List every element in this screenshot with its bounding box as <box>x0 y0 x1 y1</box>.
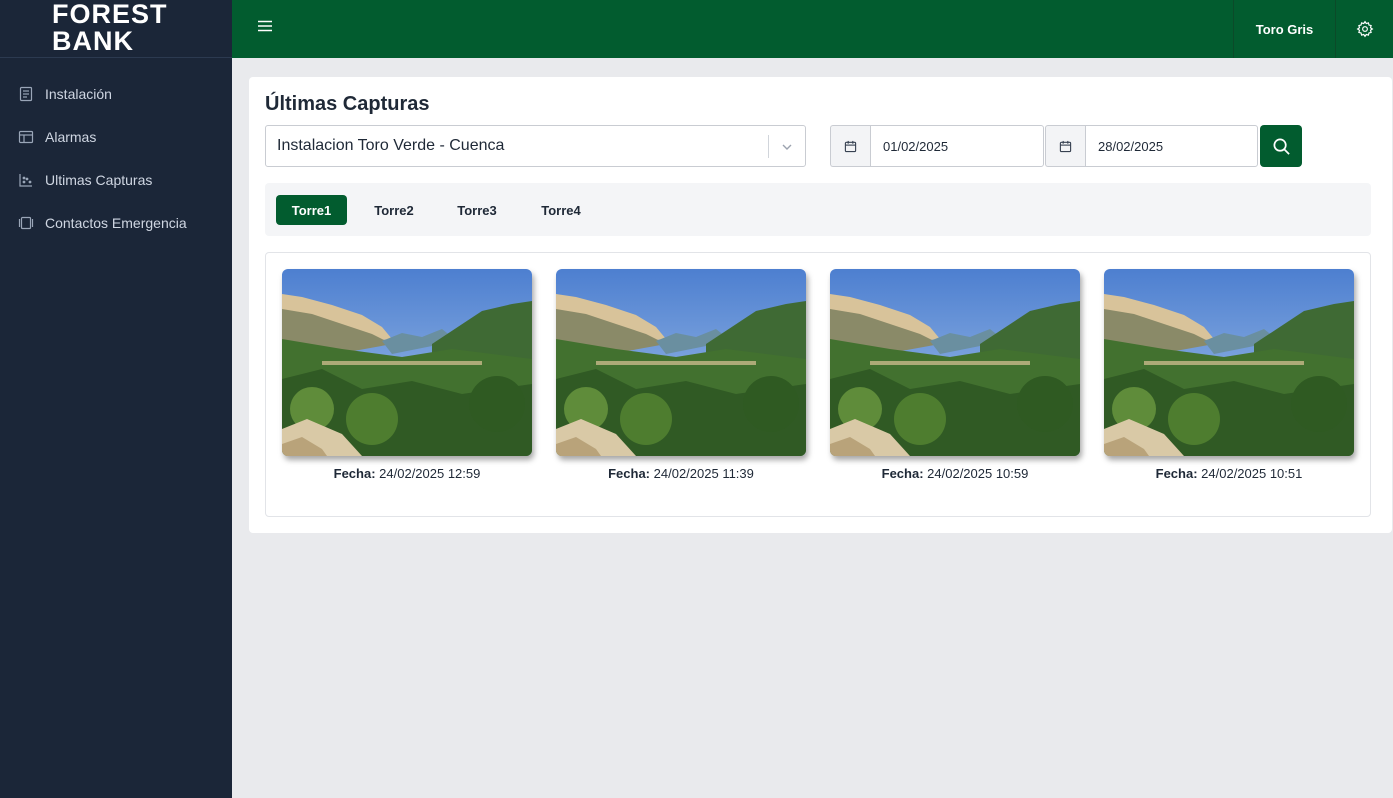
capture-date: 24/02/2025 10:59 <box>927 466 1029 481</box>
user-name: Toro Gris <box>1255 21 1314 37</box>
date-to-input[interactable] <box>1085 125 1258 167</box>
sidebar-item-alarmas[interactable]: Alarmas <box>0 115 232 158</box>
sidebar-item-label: Instalación <box>45 85 112 102</box>
tower-tabs: Torre1 Torre2 Torre3 Torre4 <box>265 183 1371 236</box>
tab-torre1[interactable]: Torre1 <box>276 195 347 225</box>
sidebar-item-label: Ultimas Capturas <box>45 171 153 188</box>
capture-image[interactable] <box>282 269 532 456</box>
capture-image[interactable] <box>1104 269 1354 456</box>
capture-caption: Fecha: 24/02/2025 10:51 <box>1104 466 1354 481</box>
sidebar-item-label: Alarmas <box>45 128 97 145</box>
capture-card: Fecha: 24/02/2025 12:59 <box>282 269 532 481</box>
chart-scatter-icon <box>18 172 34 188</box>
date-to-calendar-button[interactable] <box>1045 125 1085 167</box>
capture-date-label: Fecha: <box>608 466 651 481</box>
capture-caption: Fecha: 24/02/2025 12:59 <box>282 466 532 481</box>
sidebar-item-contactos-emergencia[interactable]: Contactos Emergencia <box>0 201 232 244</box>
landscape-image <box>556 269 806 456</box>
capture-date-label: Fecha: <box>1155 466 1198 481</box>
installation-select-value: Instalacion Toro Verde - Cuenca <box>277 137 505 154</box>
hamburger-icon <box>258 20 272 32</box>
capture-caption: Fecha: 24/02/2025 11:39 <box>556 466 806 481</box>
sidebar-item-label: Contactos Emergencia <box>45 214 187 231</box>
search-button[interactable] <box>1260 125 1302 167</box>
page-title: Últimas Capturas <box>265 93 430 115</box>
sidebar-item-ultimas-capturas[interactable]: Ultimas Capturas <box>0 158 232 201</box>
brand-line1: FOREST <box>52 0 168 29</box>
settings-button[interactable] <box>1335 0 1393 58</box>
tab-torre3[interactable]: Torre3 <box>442 195 512 225</box>
date-from-calendar-button[interactable] <box>830 125 870 167</box>
capture-date: 24/02/2025 11:39 <box>653 466 754 481</box>
sidebar-nav: Instalación Alarmas Ultimas Capturas Con… <box>0 58 232 244</box>
captures-card: Últimas Capturas Instalacion Toro Verde … <box>249 77 1392 533</box>
date-to-group <box>1045 125 1258 167</box>
capture-image[interactable] <box>556 269 806 456</box>
capture-date: 24/02/2025 10:51 <box>1201 466 1303 481</box>
calendar-icon <box>844 140 857 152</box>
gear-icon <box>1356 20 1373 38</box>
chevron-down-icon <box>782 144 792 150</box>
calendar-icon <box>1059 140 1072 152</box>
tab-torre4[interactable]: Torre4 <box>526 195 596 225</box>
search-icon <box>1273 138 1290 155</box>
capture-date: 24/02/2025 12:59 <box>379 466 481 481</box>
sidebar-item-instalacion[interactable]: Instalación <box>0 72 232 115</box>
landscape-image <box>830 269 1080 456</box>
contacts-icon <box>18 215 34 231</box>
captures-gallery: Fecha: 24/02/2025 12:59 Fecha: 24/02/202… <box>265 252 1371 517</box>
select-separator <box>768 135 769 158</box>
top-bar: Toro Gris <box>232 0 1393 58</box>
landscape-image <box>282 269 532 456</box>
capture-date-label: Fecha: <box>333 466 376 481</box>
capture-image[interactable] <box>830 269 1080 456</box>
capture-card: Fecha: 24/02/2025 11:39 <box>556 269 806 481</box>
capture-date-label: Fecha: <box>881 466 924 481</box>
menu-toggle-button[interactable] <box>256 17 274 35</box>
sidebar: FOREST BANK Instalación Alarmas Ultimas … <box>0 0 232 798</box>
installation-select[interactable]: Instalacion Toro Verde - Cuenca <box>265 125 806 167</box>
date-from-group <box>830 125 1044 167</box>
capture-card: Fecha: 24/02/2025 10:51 <box>1104 269 1354 481</box>
capture-card: Fecha: 24/02/2025 10:59 <box>830 269 1080 481</box>
brand-logo[interactable]: FOREST BANK <box>0 0 232 58</box>
brand-line2: BANK <box>52 26 134 56</box>
capture-caption: Fecha: 24/02/2025 10:59 <box>830 466 1080 481</box>
tab-torre2[interactable]: Torre2 <box>359 195 429 225</box>
landscape-image <box>1104 269 1354 456</box>
user-menu[interactable]: Toro Gris <box>1233 0 1335 58</box>
building-icon <box>18 86 34 102</box>
date-from-input[interactable] <box>870 125 1044 167</box>
layout-icon <box>18 129 34 145</box>
